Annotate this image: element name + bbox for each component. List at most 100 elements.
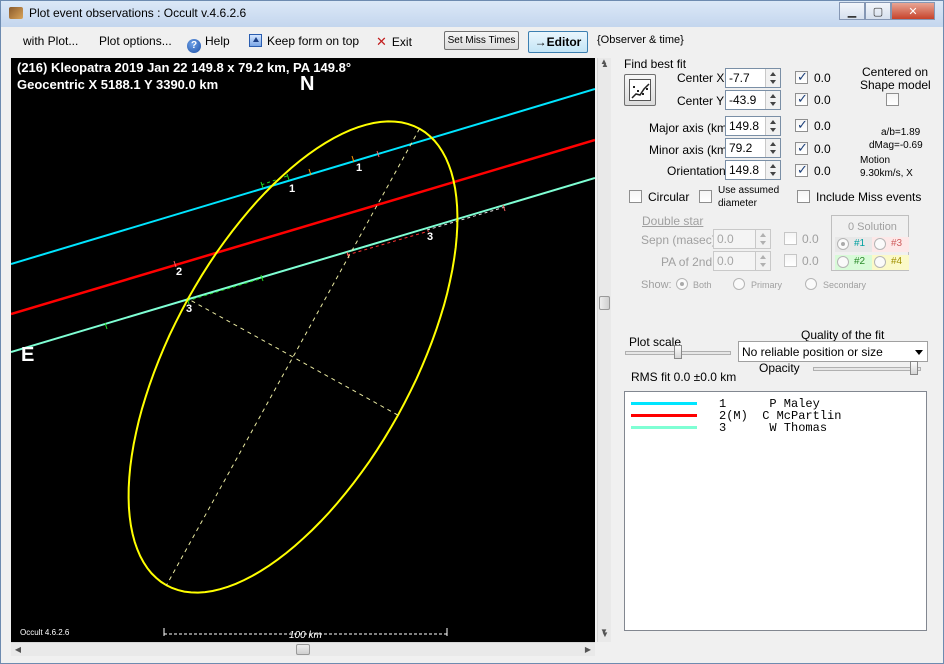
sepn-checkbox[interactable] (784, 232, 797, 245)
vertical-scroll-thumb[interactable] (599, 296, 610, 310)
solution-3-label: #3 (891, 238, 903, 249)
menu-help[interactable]: ? Help (187, 34, 230, 53)
solution-2[interactable]: #2 (835, 255, 872, 270)
scroll-left-icon[interactable]: ◀ (11, 643, 25, 657)
major-axis-uncertainty: 0.0 (814, 119, 831, 133)
editor-button[interactable]: →Editor (528, 31, 588, 53)
solution-2-radio[interactable] (837, 256, 849, 268)
menu-help-label: Help (205, 34, 230, 48)
use-assumed-label-1: Use assumed (718, 185, 780, 196)
plot-canvas[interactable]: (216) Kleopatra 2019 Jan 22 149.8 x 79.2… (11, 58, 595, 642)
center-x-spinner[interactable] (765, 69, 780, 87)
sepn-input[interactable]: 0.0 (713, 229, 771, 249)
include-miss-events-checkbox[interactable] (797, 190, 810, 203)
solution-3[interactable]: #3 (872, 237, 909, 252)
plot-vertical-scrollbar[interactable]: ▲ ▼ (597, 58, 611, 642)
minor-axis-value: 79.2 (729, 141, 753, 155)
plot-horizontal-scrollbar[interactable]: ◀ ▶ (11, 642, 595, 656)
chord-label: 3 (427, 231, 434, 243)
center-x-checkbox[interactable] (795, 69, 808, 85)
panel-scroll-down-icon[interactable]: ▼ (600, 627, 608, 636)
center-y-spinner[interactable] (765, 91, 780, 109)
menu-plot-options[interactable]: Plot options... (99, 34, 172, 48)
minimize-button[interactable]: ▁ (839, 2, 865, 20)
opacity-label: Opacity (759, 361, 800, 375)
chord-3-residual-east (426, 206, 506, 231)
solution-2-label: #2 (854, 256, 866, 267)
circular-checkbox[interactable] (629, 190, 642, 203)
orientation-input[interactable]: 149.8 (725, 160, 781, 180)
show-secondary-radio[interactable] (805, 278, 817, 290)
quality-label: Quality of the fit (801, 328, 885, 342)
chord-label: 3 (186, 303, 193, 315)
center-y-checkbox[interactable] (795, 91, 808, 107)
minimize-icon: ▁ (847, 5, 857, 18)
scroll-right-icon[interactable]: ▶ (581, 643, 595, 657)
pa-second-checkbox[interactable] (784, 254, 797, 267)
solution-4-radio[interactable] (874, 256, 886, 268)
plot-scale-thumb[interactable] (674, 345, 682, 359)
fit-chart-icon (629, 79, 651, 101)
close-button[interactable]: ✕ (891, 2, 935, 20)
sepn-uncertainty: 0.0 (802, 232, 819, 246)
chord-3-line (11, 177, 595, 353)
chevron-down-icon (915, 350, 923, 355)
chord-label: 2 (176, 266, 183, 278)
motion-label: Motion (860, 155, 891, 166)
solution-1[interactable]: #1 (835, 237, 872, 252)
show-both-label: Both (693, 280, 712, 290)
solution-4-label: #4 (891, 256, 903, 267)
window-title: Plot event observations : Occult v.4.6.2… (29, 6, 247, 20)
observer-swatch (631, 414, 697, 417)
menu-keep-on-top-label: Keep form on top (267, 34, 360, 48)
menu-exit-label: Exit (391, 35, 412, 49)
center-y-uncertainty: 0.0 (814, 93, 831, 107)
maximize-icon: ▢ (872, 5, 884, 18)
show-secondary-label: Secondary (823, 280, 867, 290)
center-x-input[interactable]: -7.7 (725, 68, 781, 88)
sepn-spinner[interactable] (755, 230, 770, 248)
minor-axis-label: Minor axis (km) (649, 143, 732, 157)
pa-second-spinner[interactable] (755, 252, 770, 270)
solution-3-radio[interactable] (874, 238, 886, 250)
show-both-radio[interactable] (676, 278, 688, 290)
help-icon: ? (187, 39, 201, 53)
exit-icon: ✕ (376, 34, 387, 49)
major-axis-input[interactable]: 149.8 (725, 116, 781, 136)
center-x-uncertainty: 0.0 (814, 71, 831, 85)
orientation-spinner[interactable] (765, 161, 780, 179)
set-miss-times-button[interactable]: Set Miss Times (444, 31, 519, 50)
solution-1-radio[interactable] (837, 238, 849, 250)
menu-keep-on-top[interactable]: Keep form on top (249, 34, 359, 48)
plot-version-label: Occult 4.6.2.6 (20, 628, 70, 637)
use-assumed-diameter-checkbox[interactable] (699, 190, 712, 203)
horizontal-scroll-thumb[interactable] (296, 644, 310, 655)
opacity-thumb[interactable] (910, 361, 918, 375)
minor-axis-spinner[interactable] (765, 139, 780, 157)
east-indicator: E (21, 344, 35, 366)
chord-label: 1 (356, 162, 363, 174)
pa-second-label: PA of 2nd (661, 255, 713, 269)
ellipse-minor-axis (187, 298, 399, 416)
opacity-track[interactable] (813, 367, 921, 371)
menu-with-plot[interactable]: with Plot... (23, 34, 78, 48)
pa-second-input[interactable]: 0.0 (713, 251, 771, 271)
panel-scroll-up-icon[interactable]: ▲ (600, 57, 608, 66)
major-axis-spinner[interactable] (765, 117, 780, 135)
center-x-value: -7.7 (729, 71, 750, 85)
solution-4[interactable]: #4 (872, 255, 909, 270)
find-best-fit-button[interactable] (624, 74, 656, 106)
minor-axis-input[interactable]: 79.2 (725, 138, 781, 158)
menu-exit[interactable]: ✕ Exit (376, 34, 412, 50)
maximize-button[interactable]: ▢ (865, 2, 891, 20)
quality-dropdown[interactable]: No reliable position or size (738, 341, 928, 362)
observer-time-label: {Observer & time} (597, 34, 684, 46)
center-y-input[interactable]: -43.9 (725, 90, 781, 110)
major-axis-checkbox[interactable] (795, 117, 808, 133)
orientation-checkbox[interactable] (795, 162, 808, 178)
find-best-fit-label: Find best fit (624, 57, 687, 71)
minor-axis-checkbox[interactable] (795, 140, 808, 156)
motion-value: 9.30km/s, X (860, 168, 913, 179)
centered-on-shape-model-checkbox[interactable] (886, 93, 899, 106)
show-primary-radio[interactable] (733, 278, 745, 290)
